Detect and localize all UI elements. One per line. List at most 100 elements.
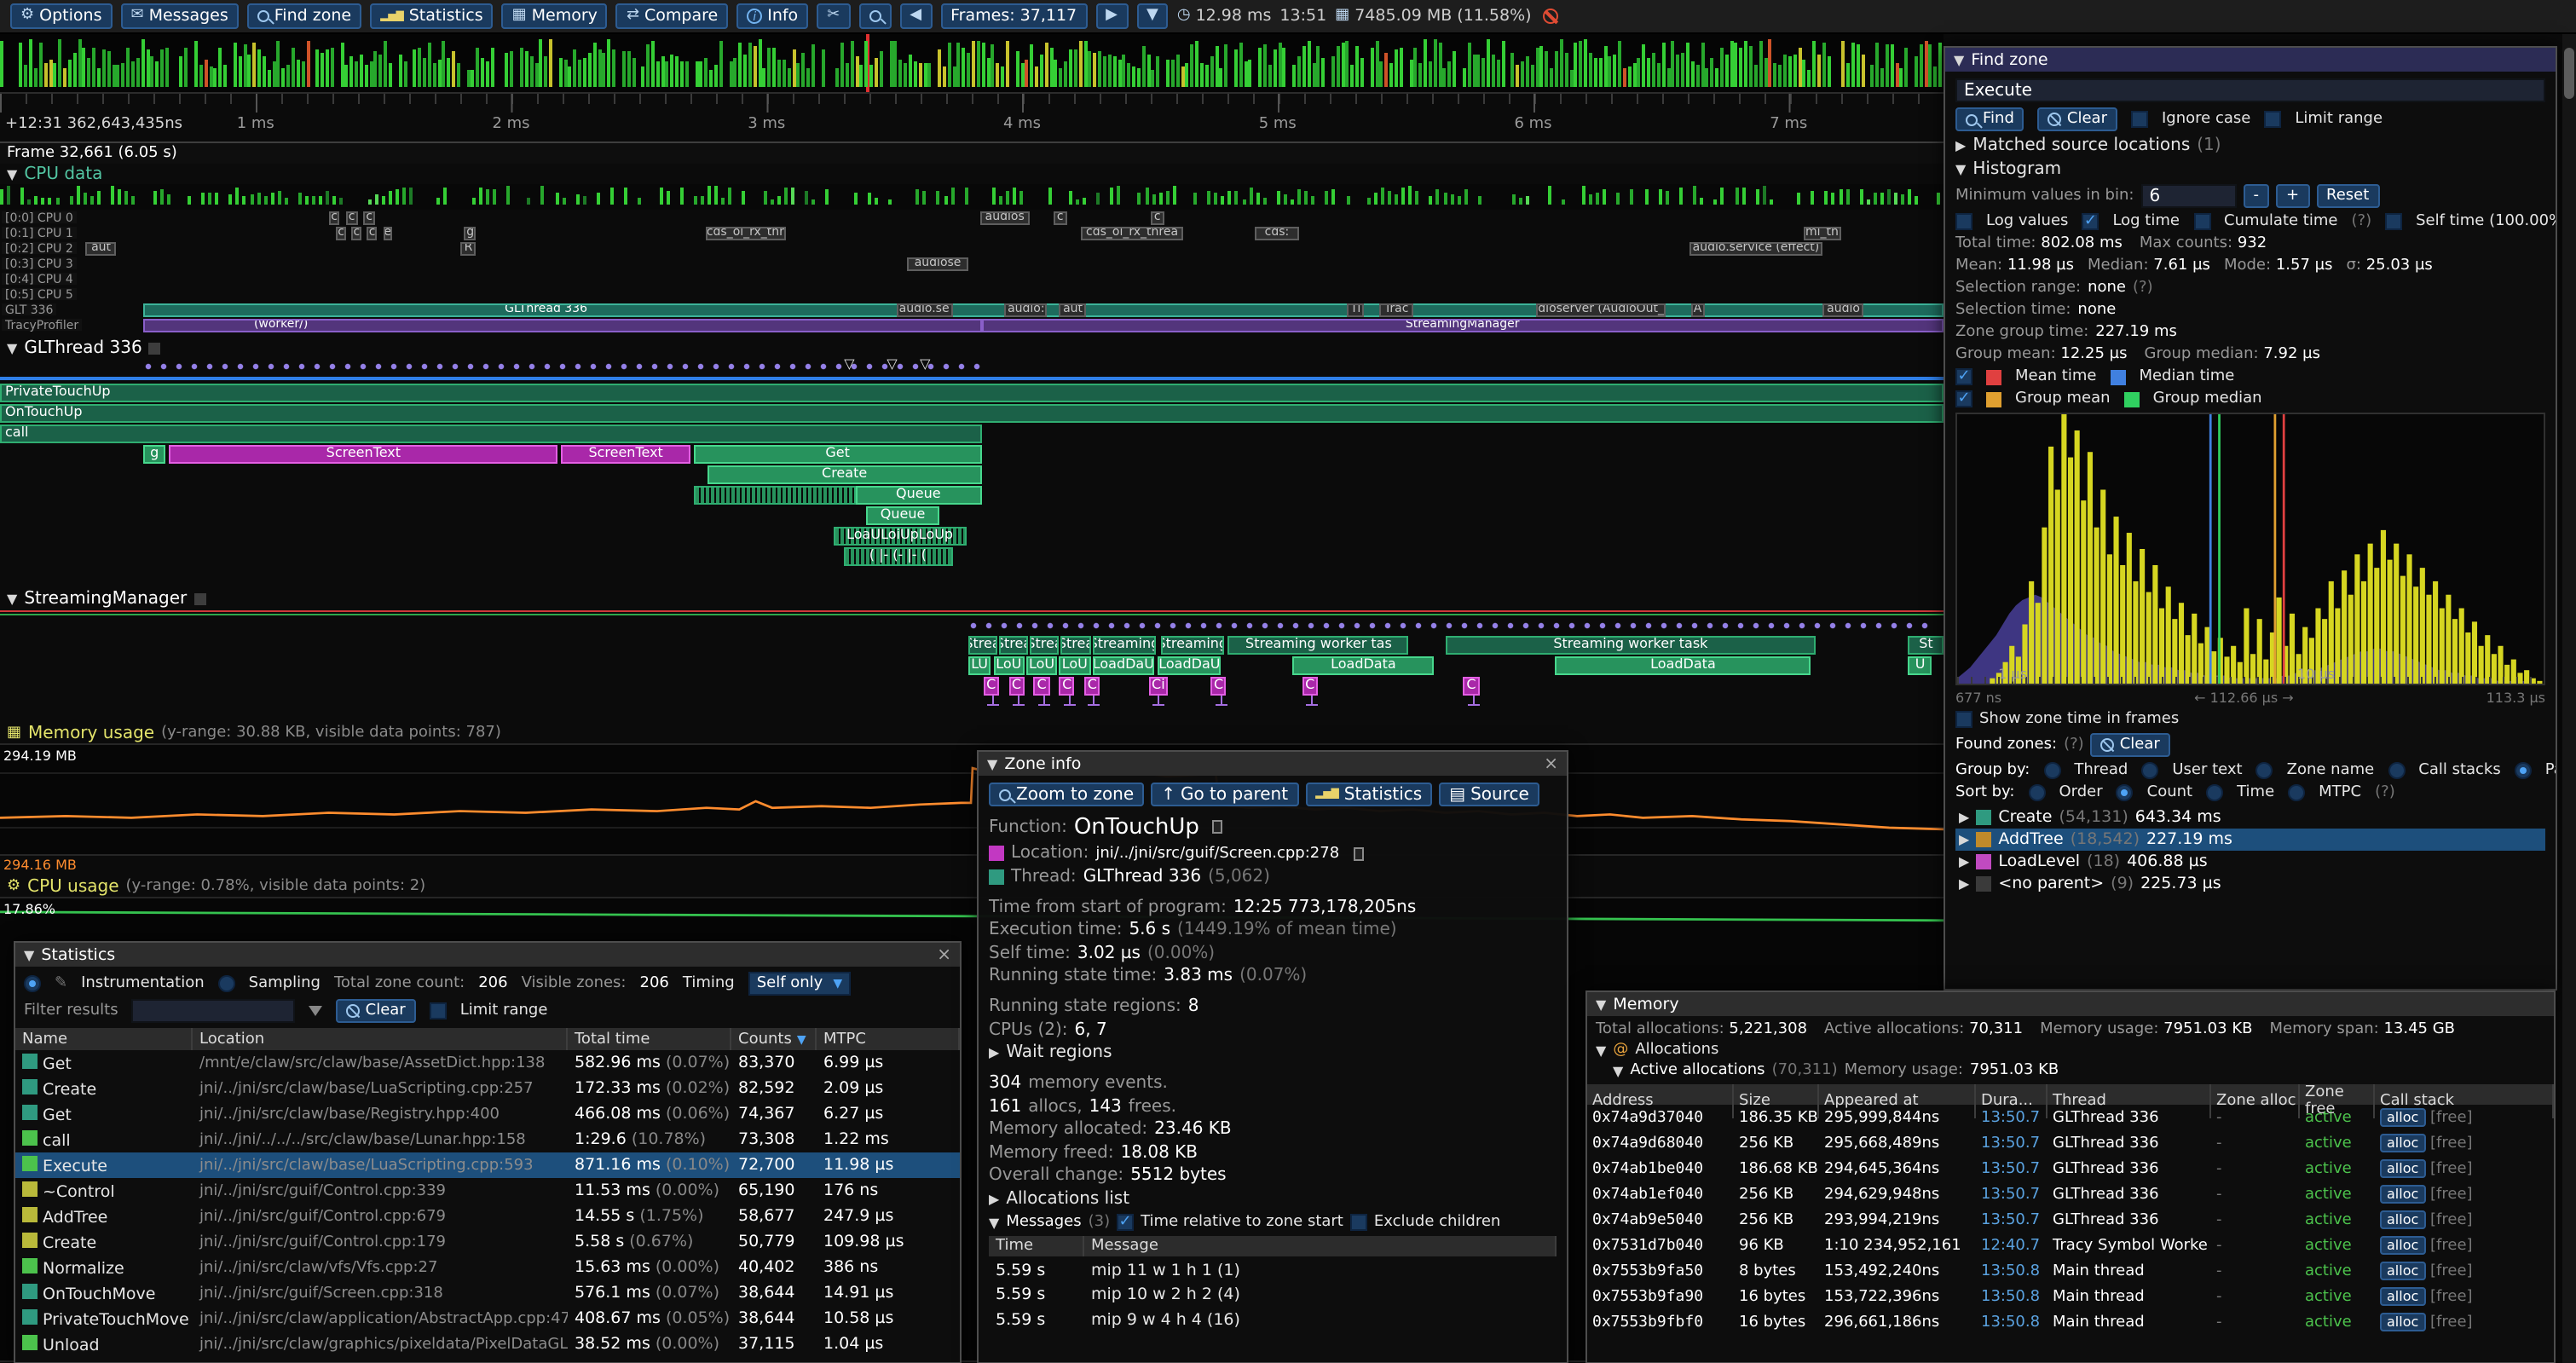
statistics-row[interactable]: Getjni/../jni/src/claw/base/Registry.hpp… [15,1101,960,1127]
timeline-zone[interactable]: LoadData [1555,656,1811,674]
compare-button[interactable]: ⇄Compare [616,3,728,29]
timeline-zone[interactable]: St [1909,635,1944,654]
timeline-zone[interactable]: cds_ol_rx_threa [1081,226,1184,240]
timeline-zone[interactable]: LU [967,656,991,674]
scrollbar[interactable] [2562,34,2576,1363]
frame-marker-icon[interactable]: ▽ [887,356,897,372]
timeline-zone[interactable]: audio.se [896,303,952,316]
collapse-icon[interactable]: ▼ [987,756,997,771]
timeline-zone[interactable]: audio: [1005,303,1048,316]
messages-expander[interactable]: ▼ [989,1215,999,1230]
collapse-icon[interactable]: ▼ [1954,52,1964,67]
matched-locations-expander[interactable]: ▶Matched source locations(1) [1955,136,2545,155]
radio-call-stacks[interactable] [2388,762,2405,779]
goto-frame-button[interactable] [858,3,891,29]
frame-marker-icon[interactable]: ▽ [844,356,854,372]
timeline-zone[interactable]: ScreenText [169,444,557,463]
instrumentation-radio[interactable] [24,975,41,992]
timeline-zone[interactable]: Get [694,444,981,463]
timeline-zone[interactable]: ScreenText [562,444,690,463]
zone-info-titlebar[interactable]: ▼ Zone info × [979,752,1567,776]
timeline-zone[interactable]: Strea [999,635,1028,654]
timeline-zone[interactable]: audioserver (AudioOut_D) [1535,303,1666,316]
timeline-zone[interactable]: audios [979,211,1030,224]
timeline-zone[interactable]: call [0,424,981,442]
histogram-expander[interactable]: ▼Histogram [1955,160,2545,179]
glthread-header[interactable]: ▼ GLThread 336 [7,338,161,358]
source-location[interactable]: jni/../jni/src/guif/Screen.cpp:278 [1095,845,1339,862]
allocation-row[interactable]: 0x74ab1be040186.68 KB294,645,364ns13:50.… [1587,1156,2554,1181]
frames-button[interactable]: Frames: 37,117 [940,3,1087,29]
statistics-row[interactable]: Createjni/../jni/src/claw/base/LuaScript… [15,1076,960,1101]
timeline-zone[interactable]: C [1034,676,1049,695]
collapse-icon[interactable]: ▼ [7,166,17,182]
clear-found-button[interactable]: Clear [2091,733,2170,757]
limit-range-checkbox[interactable] [2264,111,2281,128]
statistics-row[interactable]: AddTreejni/../jni/src/guif/Control.cpp:6… [15,1204,960,1229]
timeline-zone[interactable]: LoU [1060,656,1090,674]
allocation-row[interactable]: 0x74ab9e5040256 KB293,994,219ns13:50.7GL… [1587,1207,2554,1233]
frames-strip[interactable] [0,34,1944,92]
timeline-zone[interactable]: c [346,211,358,224]
increment-button[interactable]: + [2276,184,2309,208]
go-to-parent-button[interactable]: ↑Go to parent [1151,783,1298,806]
clear-filter-button[interactable]: Clear [337,999,416,1023]
statistics-row[interactable]: Createjni/../jni/src/guif/Control.cpp:17… [15,1229,960,1255]
timeline-zone[interactable]: LoadDaU [1092,656,1154,674]
timeline-zone[interactable]: A [1691,303,1705,316]
timeline-zone[interactable]: C [1008,676,1024,695]
time-relative-checkbox[interactable] [1117,1214,1134,1231]
radio-mtpc[interactable] [2288,784,2305,801]
active-allocations-expander[interactable]: ▼Active allocations(70,311) Memory usage… [1596,1062,2545,1079]
allocation-row[interactable]: 0x74a9d37040186.35 KB295,999,844ns13:50.… [1587,1105,2554,1130]
streaming-header[interactable]: ▼ StreamingManager [7,588,205,609]
streaming-messages-row[interactable] [0,617,1944,632]
options-button[interactable]: ⚙Options [10,3,112,29]
prev-frame-button[interactable]: ◀ [899,3,932,29]
radio-user-text[interactable] [2141,762,2158,779]
found-zone-group[interactable]: ▶Create(54,131)643.34 ms [1955,806,2545,829]
timeline-zone[interactable]: Streaming [1092,635,1156,654]
timeline-zone[interactable]: c [328,211,340,224]
mean-median-checkbox[interactable] [1955,368,1972,385]
memory-plot-header[interactable]: ▦ Memory usage (y-range: 30.88 KB, visib… [7,723,501,743]
timeline-zone[interactable]: c [336,226,345,240]
timeline-zone[interactable]: mi_th [1804,226,1840,240]
timeline-zone[interactable]: LoaULoiUpLoUp [834,526,966,545]
timeline-zone[interactable]: C [1210,676,1226,695]
timing-dropdown[interactable]: Self only▼ [748,972,851,996]
timeline-zone[interactable]: cds_ol_rx_thr [706,226,785,240]
collapse-icon[interactable]: ▼ [1596,996,1606,1012]
min-bin-input[interactable] [2140,184,2236,208]
radio-zone-name[interactable] [2256,762,2273,779]
statistics-row[interactable]: Unloadjni/../jni/src/claw/graphics/pixel… [15,1331,960,1357]
allocation-row[interactable]: 0x74ab1ef040256 KB294,629,948ns13:50.7GL… [1587,1181,2554,1207]
radio-order[interactable] [2028,784,2045,801]
cpu-data-header[interactable]: ▼ CPU data [7,164,102,184]
statistics-row[interactable]: Normalizejni/../jni/src/claw/vfs/Vfs.cpp… [15,1255,960,1280]
message-dots[interactable] [967,619,1935,632]
close-icon[interactable]: × [1544,754,1558,773]
message-dots[interactable] [144,360,984,373]
found-zone-group[interactable]: ▶<no parent>(9)225.73 µs [1955,873,2545,895]
timeline-zone[interactable]: audio.service (effect) [1689,241,1822,255]
radio-count[interactable] [2117,784,2134,801]
timeline-zone[interactable]: c [367,226,377,240]
timeline-zone[interactable]: cds: [1256,226,1298,240]
timeline-zone[interactable]: U [1909,656,1932,674]
timeline-zone[interactable]: g [465,226,477,240]
frame-dropdown-button[interactable]: ▼ [1136,3,1169,29]
zone-statistics-button[interactable]: ▂▅▇Statistics [1305,783,1432,806]
timeline-zone[interactable]: g [144,444,165,463]
clear-button[interactable]: Clear [2038,107,2117,131]
timeline-zone[interactable]: PrivateTouchUp [0,383,1944,401]
message-row[interactable]: 5.59 smip 11 w 1 h 1 (1) [989,1260,1557,1280]
statistics-row[interactable]: PrivateTouchMovejni/../jni/src/claw/appl… [15,1306,960,1331]
find-button[interactable]: Find [1955,107,2024,131]
pin-icon[interactable] [193,592,205,604]
copy-icon[interactable] [1213,820,1223,834]
statistics-row[interactable]: Executejni/../jni/src/claw/base/LuaScrip… [15,1152,960,1178]
timeline-zone[interactable]: c [1054,211,1067,224]
gl-messages-row[interactable]: ▽▽▽ [0,358,1944,373]
funnel-icon[interactable] [309,1006,323,1016]
